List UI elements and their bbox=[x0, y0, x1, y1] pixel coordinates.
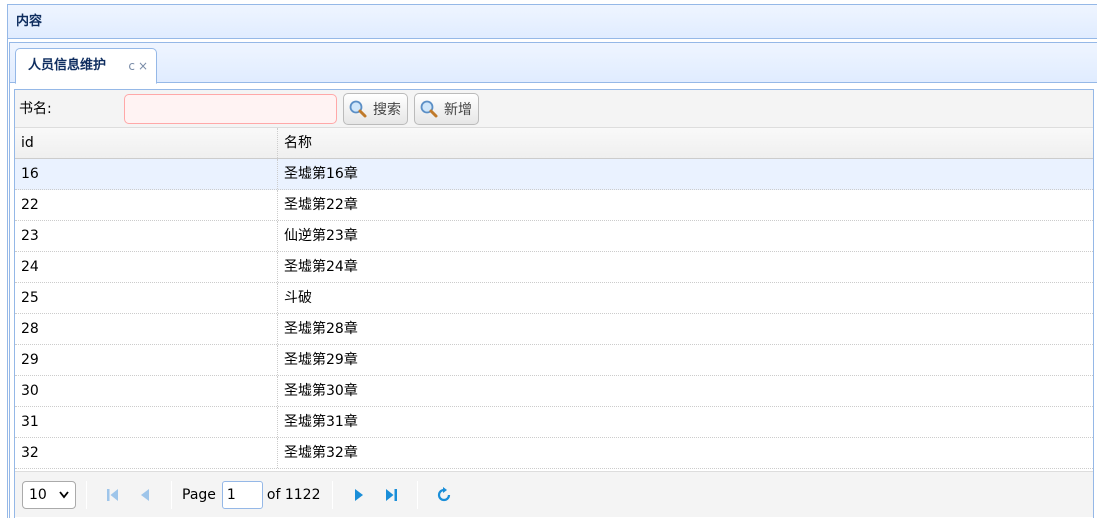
cell-id: 29 bbox=[15, 345, 278, 375]
search-icon bbox=[349, 100, 367, 118]
table-row[interactable]: 24 圣墟第24章 bbox=[15, 252, 1093, 283]
cell-name: 仙逆第23章 bbox=[284, 228, 358, 244]
next-page-button[interactable] bbox=[348, 484, 370, 506]
cell-name: 圣墟第16章 bbox=[284, 166, 358, 182]
cell-id: 23 bbox=[15, 221, 278, 251]
column-header-name[interactable]: 名称 bbox=[278, 128, 1093, 158]
cell-name: 圣墟第30章 bbox=[284, 383, 358, 399]
close-icon[interactable]: × bbox=[138, 59, 148, 73]
table-row[interactable]: 31 圣墟第31章 bbox=[15, 407, 1093, 438]
cell-id: 25 bbox=[15, 283, 278, 313]
pager-separator bbox=[86, 480, 87, 509]
cell-id: 28 bbox=[15, 314, 278, 344]
search-icon bbox=[420, 100, 438, 118]
search-button[interactable]: 搜索 bbox=[343, 93, 408, 125]
reload-button[interactable] bbox=[433, 484, 455, 506]
add-button[interactable]: 新增 bbox=[414, 93, 479, 125]
cell-id: 24 bbox=[15, 252, 278, 282]
cell-name: 圣墟第28章 bbox=[284, 321, 358, 337]
cell-id: 32 bbox=[15, 438, 278, 468]
page-size-value: 10 bbox=[29, 486, 47, 503]
first-page-button[interactable] bbox=[102, 484, 124, 506]
cell-name: 圣墟第22章 bbox=[284, 197, 358, 213]
table-row[interactable]: 32 圣墟第32章 bbox=[15, 438, 1093, 469]
page-label: Page bbox=[182, 486, 216, 503]
table-row[interactable]: 29 圣墟第29章 bbox=[15, 345, 1093, 376]
pager-separator bbox=[417, 480, 419, 509]
refresh-icon bbox=[438, 486, 451, 501]
tab-tools: c × bbox=[125, 49, 148, 83]
cell-name: 圣墟第24章 bbox=[284, 259, 358, 275]
cell-id: 30 bbox=[15, 376, 278, 406]
next-page-icon bbox=[355, 488, 364, 501]
cell-id: 31 bbox=[15, 407, 278, 437]
chevron-down-icon bbox=[58, 482, 70, 518]
last-page-icon bbox=[386, 488, 398, 501]
add-button-label: 新增 bbox=[444, 102, 472, 118]
table-row[interactable]: 16 圣墟第16章 bbox=[15, 159, 1093, 190]
prev-page-button[interactable] bbox=[134, 484, 156, 506]
book-name-input[interactable] bbox=[124, 94, 337, 124]
content-panel-title: 内容 bbox=[8, 5, 1097, 39]
page-number-input[interactable] bbox=[221, 480, 263, 509]
datagrid-panel: 书名: 搜索 新增 id 名称 16 圣墟第16章 22 圣墟第22章 23 仙… bbox=[14, 89, 1094, 518]
page-size-select[interactable]: 10 bbox=[22, 480, 76, 509]
pager-separator bbox=[332, 480, 334, 509]
refresh-icon[interactable]: c bbox=[128, 59, 135, 73]
pager-separator bbox=[171, 480, 172, 509]
cell-id: 22 bbox=[15, 190, 278, 220]
first-page-icon bbox=[107, 488, 118, 501]
table-row[interactable]: 23 仙逆第23章 bbox=[15, 221, 1093, 252]
tabs-header: 人员信息维护 c × bbox=[10, 43, 1097, 84]
pagination-bar: 10 Page of 1122 bbox=[15, 471, 1093, 517]
table-row[interactable]: 22 圣墟第22章 bbox=[15, 190, 1093, 221]
book-name-label: 书名: bbox=[19, 101, 52, 117]
cell-id: 16 bbox=[15, 159, 278, 189]
cell-name: 圣墟第32章 bbox=[284, 445, 358, 461]
column-header-id[interactable]: id bbox=[15, 128, 278, 158]
prev-page-icon bbox=[141, 488, 149, 501]
total-pages-label: of 1122 bbox=[266, 486, 321, 503]
cell-name: 斗破 bbox=[284, 290, 312, 306]
cell-name: 圣墟第29章 bbox=[284, 352, 358, 368]
grid-toolbar: 书名: 搜索 新增 bbox=[15, 90, 1093, 128]
table-row[interactable]: 30 圣墟第30章 bbox=[15, 376, 1093, 407]
last-page-button[interactable] bbox=[380, 484, 402, 506]
grid-body: 16 圣墟第16章 22 圣墟第22章 23 仙逆第23章 24 圣墟第24章 25 斗破… bbox=[15, 159, 1093, 469]
table-row[interactable]: 25 斗破 bbox=[15, 283, 1093, 314]
tab-personnel-maintenance[interactable]: 人员信息维护 c × bbox=[15, 48, 157, 84]
search-button-label: 搜索 bbox=[373, 102, 401, 118]
cell-name: 圣墟第31章 bbox=[284, 414, 358, 430]
tabs-container: 人员信息维护 c × 书名: 搜索 新增 id 名称 16 圣墟第16章 22 … bbox=[9, 42, 1097, 518]
tab-label: 人员信息维护 bbox=[28, 58, 107, 73]
table-row[interactable]: 28 圣墟第28章 bbox=[15, 314, 1093, 345]
grid-header: id 名称 bbox=[15, 128, 1093, 159]
